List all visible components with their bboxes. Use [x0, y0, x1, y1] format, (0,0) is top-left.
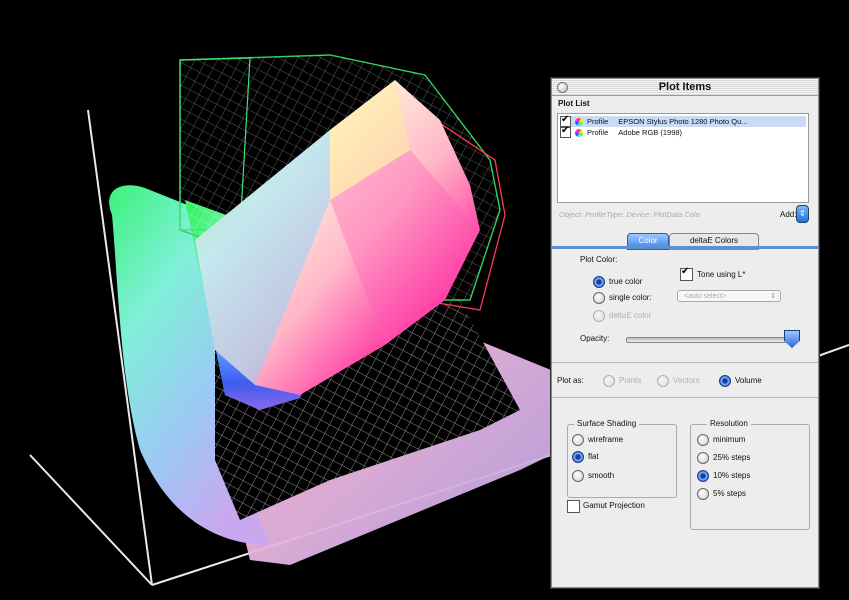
- resolution-25-label: 25% steps: [713, 453, 751, 462]
- plot-as-label: Plot as:: [557, 376, 584, 385]
- shading-wireframe-label: wireframe: [588, 435, 624, 444]
- true-color-label: true color: [609, 277, 643, 286]
- axis-left: [29, 454, 153, 586]
- shading-wireframe-radio[interactable]: [572, 434, 584, 446]
- plot-as-points-label: Points: [619, 376, 642, 385]
- opacity-label: Opacity:: [580, 334, 610, 343]
- resolution-25-radio[interactable]: [697, 452, 709, 464]
- deltae-color-label: deltaE color: [609, 311, 652, 320]
- resolution-10-label: 10% steps: [713, 471, 751, 480]
- tone-using-checkbox[interactable]: [680, 266, 693, 281]
- plot-items-window: Plot Items Plot List Profile EPSON Stylu…: [551, 78, 819, 588]
- true-color-radio[interactable]: [593, 276, 605, 288]
- shading-flat-radio[interactable]: [572, 451, 584, 463]
- add-label: Add:: [780, 210, 797, 219]
- resolution-title: Resolution: [707, 419, 751, 428]
- plot-color-label: Plot Color:: [580, 255, 618, 264]
- surface-shading-title: Surface Shading: [574, 419, 640, 428]
- shading-flat-label: flat: [588, 452, 599, 461]
- item-name: EPSON Stylus Photo 1280 Photo Qu...: [618, 117, 748, 126]
- item-name: Adobe RGB (1998): [618, 128, 683, 137]
- chevron-updown-icon: ⇕: [770, 293, 776, 300]
- item-type: Profile: [587, 117, 609, 126]
- resolution-minimum-label: minimum: [713, 435, 746, 444]
- plot-list[interactable]: Profile EPSON Stylus Photo 1280 Photo Qu…: [557, 113, 809, 203]
- shading-smooth-radio[interactable]: [572, 470, 584, 482]
- deltae-color-radio[interactable]: [593, 310, 605, 322]
- resolution-10-radio[interactable]: [697, 470, 709, 482]
- window-titlebar[interactable]: Plot Items: [552, 79, 818, 96]
- select-value: <auto select>: [684, 293, 727, 300]
- divider: [552, 397, 818, 398]
- plot-as-volume-label: Volume: [735, 376, 762, 385]
- gamut-projection-label: Gamut Projection: [583, 501, 645, 510]
- single-color-radio[interactable]: [593, 292, 605, 304]
- opacity-slider-thumb[interactable]: [784, 330, 800, 348]
- single-color-select[interactable]: <auto select> ⇕: [677, 290, 781, 302]
- plot-as-vectors-radio[interactable]: [657, 375, 669, 387]
- tab-divider: [552, 246, 818, 249]
- shading-smooth-label: smooth: [588, 471, 615, 480]
- plot-list-label: Plot List: [558, 99, 590, 108]
- single-color-label: single color:: [609, 293, 652, 302]
- resolution-minimum-radio[interactable]: [697, 434, 709, 446]
- object-info-text: Object: ProfileType: Device: PlotData Co…: [559, 210, 700, 219]
- item-type: Profile: [587, 128, 609, 137]
- window-title: Plot Items: [658, 81, 712, 93]
- tone-using-label: Tone using L*: [697, 270, 746, 279]
- plot-as-vectors-label: Vectors: [673, 376, 700, 385]
- gamut-projection-checkbox[interactable]: [567, 500, 580, 513]
- divider: [552, 362, 818, 363]
- list-item[interactable]: Profile Adobe RGB (1998): [560, 125, 683, 138]
- color-wheel-icon: [575, 117, 583, 126]
- list-item[interactable]: Profile EPSON Stylus Photo 1280 Photo Qu…: [560, 114, 806, 127]
- resolution-5-radio[interactable]: [697, 488, 709, 500]
- opacity-slider-track[interactable]: [626, 337, 794, 343]
- item-checkbox[interactable]: [560, 125, 571, 138]
- plot-as-points-radio[interactable]: [603, 375, 615, 387]
- plot-as-volume-radio[interactable]: [719, 375, 731, 387]
- color-wheel-icon: [575, 128, 583, 137]
- add-popup-button[interactable]: ⇕: [796, 205, 809, 223]
- resolution-5-label: 5% steps: [713, 489, 746, 498]
- axis-right-far: [817, 344, 849, 357]
